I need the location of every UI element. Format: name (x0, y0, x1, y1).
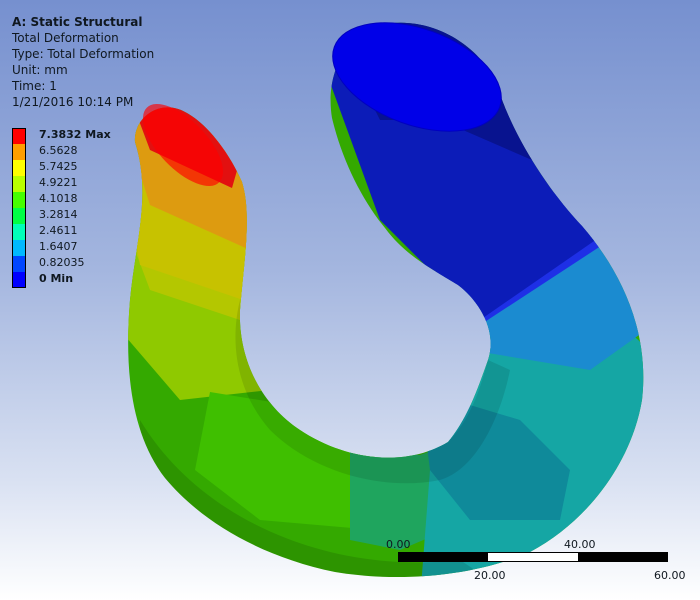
legend-value-label: 0.82035 (39, 256, 85, 269)
scale-segment (488, 553, 578, 561)
scale-label-60: 60.00 (654, 569, 686, 582)
scale-label-40: 40.00 (564, 538, 596, 551)
legend-value-label: 1.6407 (39, 240, 78, 253)
scale-ruler: 0.00 40.00 20.00 60.00 (386, 538, 686, 588)
info-line-timestamp: 1/21/2016 10:14 PM (12, 95, 134, 109)
result-info-panel: A: Static Structural Total Deformation T… (12, 14, 154, 110)
legend-value-label: 6.5628 (39, 144, 78, 157)
legend-row: 2.4611 (12, 224, 132, 240)
legend-row: 6.5628 (12, 144, 132, 160)
scale-label-0: 0.00 (386, 538, 411, 551)
legend-value-label: 3.2814 (39, 208, 78, 221)
legend-value-label: 4.9221 (39, 176, 78, 189)
graphics-viewport[interactable]: A: Static Structural Total Deformation T… (0, 0, 700, 600)
legend-color-swatch (12, 240, 26, 256)
legend-row: 4.9221 (12, 176, 132, 192)
analysis-title: A: Static Structural (12, 15, 143, 29)
legend-color-swatch (12, 272, 26, 288)
legend-row: 4.1018 (12, 192, 132, 208)
legend-color-swatch (12, 256, 26, 272)
legend-row: 7.3832 Max (12, 128, 132, 144)
legend-value-label: 4.1018 (39, 192, 78, 205)
legend-row: 3.2814 (12, 208, 132, 224)
legend-value-label: 5.7425 (39, 160, 78, 173)
info-line-time: Time: 1 (12, 79, 57, 93)
info-line-type: Type: Total Deformation (12, 47, 155, 61)
legend-row: 0.82035 (12, 256, 132, 272)
legend-value-label: 0 Min (39, 272, 74, 285)
legend-color-swatch (12, 128, 26, 144)
legend-color-swatch (12, 192, 26, 208)
legend-row: 1.6407 (12, 240, 132, 256)
legend-color-swatch (12, 160, 26, 176)
scale-segment (577, 553, 667, 561)
legend-row: 0 Min (12, 272, 132, 288)
info-line-result: Total Deformation (12, 31, 119, 45)
contour-legend[interactable]: 7.3832 Max 6.5628 5.7425 4.9221 4.1018 3.2814… (12, 128, 132, 288)
info-line-unit: Unit: mm (12, 63, 68, 77)
legend-color-swatch (12, 224, 26, 240)
scale-bar (398, 552, 668, 562)
scale-segment (399, 553, 489, 561)
legend-color-swatch (12, 176, 26, 192)
legend-color-swatch (12, 208, 26, 224)
legend-color-swatch (12, 144, 26, 160)
scale-label-20: 20.00 (474, 569, 506, 582)
legend-value-label: 2.4611 (39, 224, 78, 237)
legend-row: 5.7425 (12, 160, 132, 176)
legend-value-label: 7.3832 Max (39, 128, 111, 141)
